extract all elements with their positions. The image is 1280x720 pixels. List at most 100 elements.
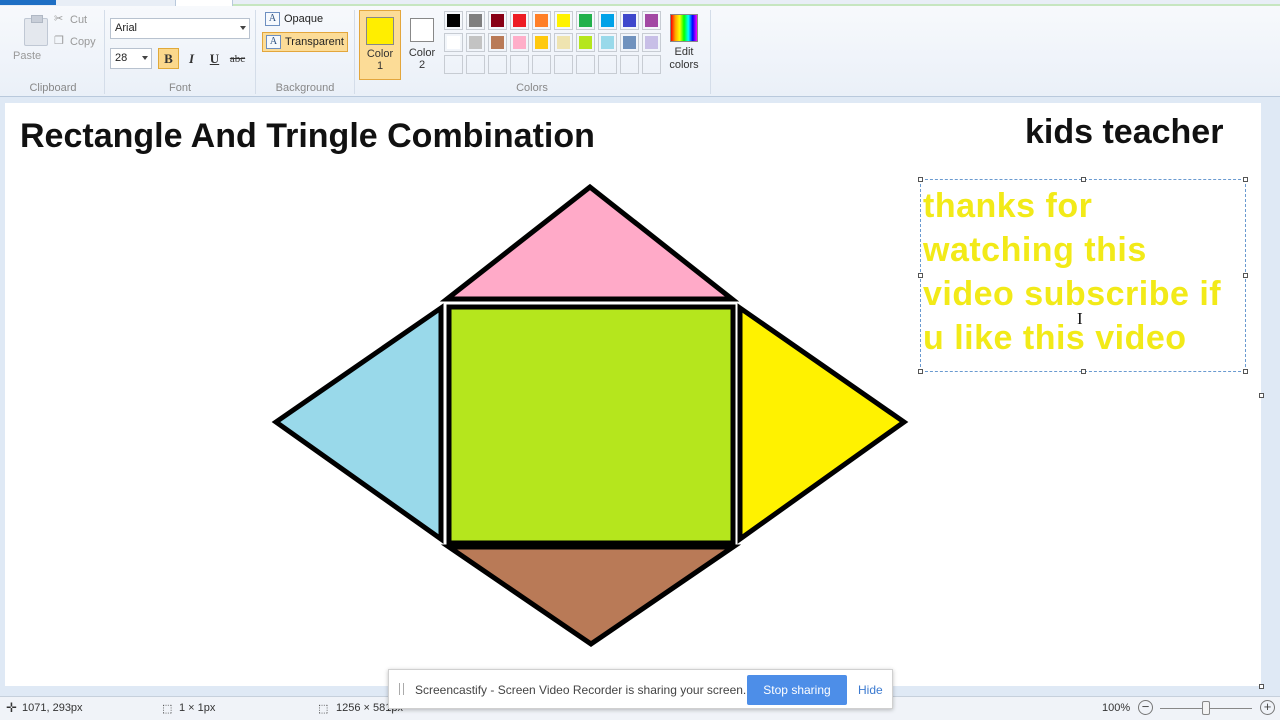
transparent-button[interactable]: A Transparent	[262, 32, 348, 52]
custom-color-slot[interactable]	[554, 55, 573, 74]
palette-swatch[interactable]	[554, 33, 573, 52]
opaque-button[interactable]: A Opaque	[262, 10, 346, 30]
resize-handle[interactable]	[1081, 177, 1086, 182]
palette-swatch[interactable]	[466, 11, 485, 30]
custom-color-slot[interactable]	[532, 55, 551, 74]
resize-handle[interactable]	[918, 369, 923, 374]
italic-button[interactable]: I	[181, 48, 202, 69]
palette-swatch-fill	[645, 14, 658, 27]
palette-swatch[interactable]	[444, 33, 463, 52]
canvas-title-text: Rectangle And Tringle Combination	[20, 117, 595, 155]
custom-color-slot[interactable]	[510, 55, 529, 74]
canvas-resize-handle[interactable]	[1259, 684, 1264, 689]
ribbon-separator	[354, 10, 355, 94]
paste-icon	[24, 15, 48, 46]
canvas-author-text: kids teacher	[1025, 113, 1224, 151]
font-size-select[interactable]: 28	[110, 48, 152, 69]
color2-button[interactable]: Color 2	[401, 10, 443, 80]
top-triangle	[439, 183, 740, 302]
edit-colors-label: Edit colors	[669, 46, 699, 71]
chevron-down-icon	[240, 26, 246, 30]
custom-color-slot[interactable]	[466, 55, 485, 74]
color1-button[interactable]: Color 1	[359, 10, 401, 80]
background-group-label: Background	[275, 82, 335, 94]
copy-icon: ❐	[54, 35, 64, 47]
edit-colors-button[interactable]: Edit colors	[666, 12, 702, 72]
palette-swatch[interactable]	[488, 11, 507, 30]
palette-swatch[interactable]	[510, 11, 529, 30]
palette-swatch-fill	[447, 14, 460, 27]
copy-button[interactable]: ❐ Copy	[52, 34, 102, 50]
resize-handle[interactable]	[918, 177, 923, 182]
stop-sharing-button[interactable]: Stop sharing	[747, 675, 847, 705]
bottom-triangle	[440, 544, 742, 648]
drag-handle-icon[interactable]	[399, 683, 404, 695]
center-rectangle	[446, 304, 736, 546]
palette-swatch[interactable]	[532, 33, 551, 52]
zoom-slider-thumb[interactable]	[1202, 701, 1210, 715]
palette-swatch[interactable]	[642, 11, 661, 30]
palette-swatch[interactable]	[576, 33, 595, 52]
resize-handle[interactable]	[1243, 273, 1248, 278]
scissors-icon: ✂	[54, 13, 64, 25]
custom-color-slot[interactable]	[598, 55, 617, 74]
paste-label: Paste	[13, 50, 42, 62]
custom-color-slot[interactable]	[620, 55, 639, 74]
drawing-canvas[interactable]: Rectangle And Tringle Combination kids t…	[5, 103, 1264, 689]
textbox-content[interactable]: thanks for watching this video subscribe…	[923, 184, 1245, 360]
palette-swatch[interactable]	[576, 11, 595, 30]
palette-swatch[interactable]	[598, 11, 617, 30]
underline-button[interactable]: U	[204, 48, 225, 69]
clipboard-group-label: Clipboard	[29, 82, 77, 94]
palette-swatch[interactable]	[642, 33, 661, 52]
resize-handle[interactable]	[1243, 369, 1248, 374]
palette-swatch[interactable]	[444, 11, 463, 30]
left-triangle	[271, 303, 444, 544]
zoom-out-icon[interactable]: −	[1138, 700, 1153, 715]
custom-color-slot[interactable]	[444, 55, 463, 74]
text-selection-box[interactable]: thanks for watching this video subscribe…	[918, 177, 1248, 374]
strikethrough-button[interactable]: abc	[227, 48, 248, 69]
palette-swatch-fill	[535, 36, 548, 49]
transparent-label: Transparent	[285, 36, 344, 48]
cut-label: Cut	[70, 14, 88, 26]
file-tab[interactable]	[0, 0, 56, 5]
palette-swatch-fill	[513, 36, 526, 49]
resize-handle[interactable]	[1081, 369, 1086, 374]
font-group-label: Font	[168, 82, 191, 94]
cut-button[interactable]: ✂ Cut	[52, 12, 102, 28]
selection-size: 1 × 1px	[179, 702, 216, 714]
palette-swatch-fill	[535, 14, 548, 27]
palette-swatch[interactable]	[510, 33, 529, 52]
color1-swatch	[366, 17, 394, 45]
bold-button[interactable]: B	[158, 48, 179, 69]
palette-swatch[interactable]	[620, 11, 639, 30]
palette-swatch-fill	[601, 14, 614, 27]
copy-label: Copy	[70, 36, 96, 48]
palette-swatch[interactable]	[488, 33, 507, 52]
sharing-message: Screencastify - Screen Video Recorder is…	[415, 683, 747, 697]
palette-swatch[interactable]	[620, 33, 639, 52]
zoom-in-icon[interactable]: +	[1260, 700, 1275, 715]
palette-swatch-fill	[447, 36, 460, 49]
palette-swatch-fill	[557, 14, 570, 27]
palette-swatch-fill	[469, 36, 482, 49]
palette-swatch[interactable]	[532, 11, 551, 30]
resize-handle[interactable]	[1243, 177, 1248, 182]
palette-swatch-fill	[557, 36, 570, 49]
paste-button[interactable]: Paste	[8, 8, 48, 68]
canvas-resize-handle[interactable]	[1259, 393, 1264, 398]
palette-swatch-fill	[491, 14, 504, 27]
custom-color-slot[interactable]	[576, 55, 595, 74]
palette-swatch[interactable]	[554, 11, 573, 30]
palette-swatch-fill	[601, 36, 614, 49]
custom-color-slot[interactable]	[642, 55, 661, 74]
palette-swatch[interactable]	[466, 33, 485, 52]
palette-swatch-fill	[579, 14, 592, 27]
hide-link[interactable]: Hide	[858, 683, 883, 697]
custom-color-slot[interactable]	[488, 55, 507, 74]
font-family-select[interactable]: Arial	[110, 18, 250, 39]
right-triangle	[737, 303, 909, 544]
palette-swatch[interactable]	[598, 33, 617, 52]
resize-handle[interactable]	[918, 273, 923, 278]
